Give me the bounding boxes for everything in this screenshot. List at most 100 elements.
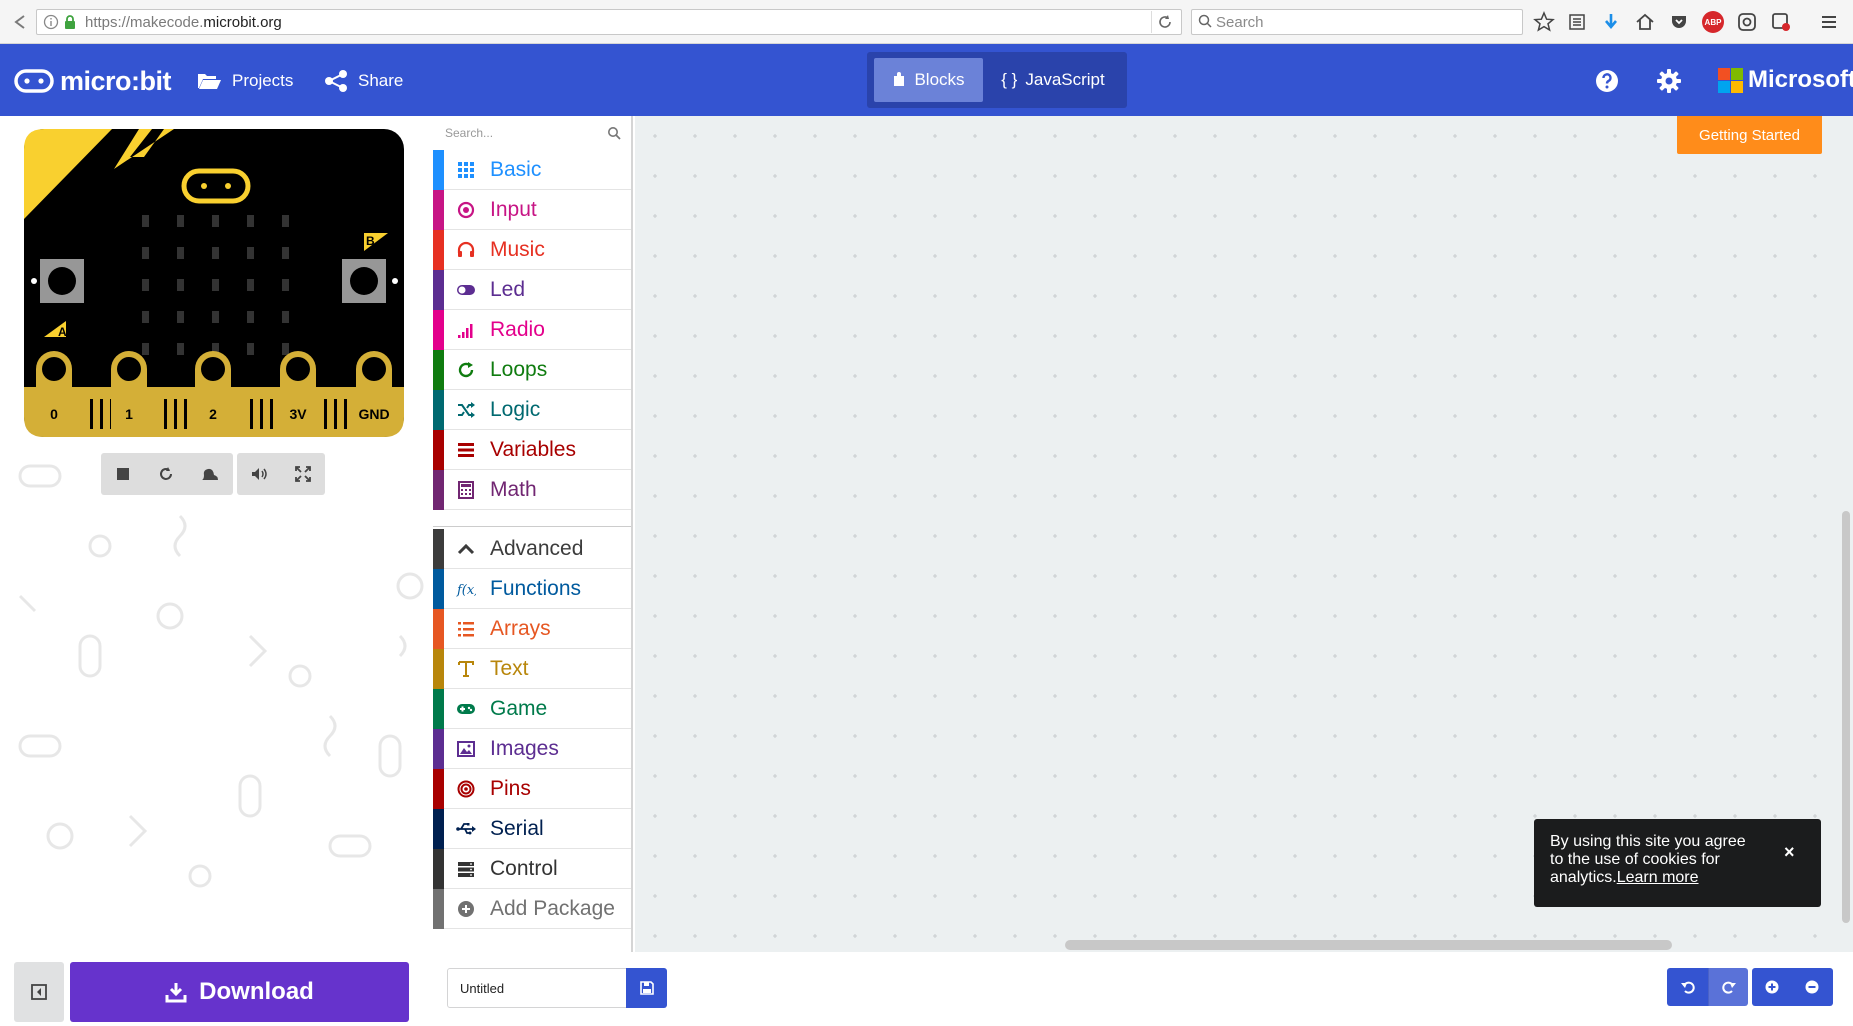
adblock-icon[interactable]: ABP	[1702, 11, 1724, 33]
logo-text: micro:bit	[60, 65, 172, 96]
browser-search-input[interactable]: Search	[1191, 9, 1523, 35]
category-color-bar	[433, 608, 444, 649]
blocks-button[interactable]: Blocks	[874, 58, 983, 102]
adblock-label: ABP	[1704, 17, 1722, 27]
toolbox-category-led[interactable]: Led	[433, 269, 631, 310]
category-icon	[454, 398, 478, 422]
category-label: Text	[490, 656, 529, 680]
toolbox-category-text[interactable]: Text	[433, 648, 631, 689]
share-button[interactable]: Share	[324, 68, 403, 94]
toolbox-category-control[interactable]: Control	[433, 848, 631, 889]
download-arrow-icon[interactable]	[1600, 11, 1622, 33]
toolbox-category-variables[interactable]: Variables	[433, 429, 631, 470]
home-icon[interactable]	[1634, 11, 1656, 33]
grid-icon	[458, 161, 474, 178]
info-icon[interactable]	[43, 14, 59, 30]
share-label: Share	[358, 71, 404, 90]
bookmark-star-icon[interactable]	[1533, 11, 1555, 33]
category-icon	[454, 318, 478, 342]
toolbox-category-arrays[interactable]: Arrays	[433, 608, 631, 649]
help-icon[interactable]	[1594, 68, 1620, 94]
redo-button[interactable]	[1708, 968, 1748, 1006]
projects-button[interactable]: Projects	[196, 68, 293, 94]
headphones-icon	[457, 241, 475, 257]
category-icon	[454, 158, 478, 182]
horizontal-scrollbar[interactable]	[1065, 940, 1672, 950]
blocks-label: Blocks	[914, 70, 965, 89]
fullscreen-icon[interactable]	[294, 465, 312, 483]
toolbox-category-advanced[interactable]: Advanced	[433, 528, 631, 569]
hamburger-menu-icon[interactable]	[1818, 11, 1840, 33]
reload-button[interactable]	[1151, 11, 1179, 33]
microsoft-logo[interactable]: Microsoft	[1718, 66, 1853, 94]
category-label: Variables	[490, 437, 576, 461]
vertical-scrollbar[interactable]	[1842, 511, 1850, 923]
collapse-simulator-button[interactable]	[14, 962, 64, 1022]
share-icon	[325, 70, 347, 92]
category-label: Logic	[490, 397, 541, 421]
project-name-input[interactable]	[447, 968, 627, 1008]
search-icon	[608, 127, 621, 140]
toolbox-category-images[interactable]: Images	[433, 728, 631, 769]
category-color-bar	[433, 728, 444, 769]
slow-mo-snail-icon[interactable]	[200, 465, 220, 483]
zoom-out-button[interactable]	[1792, 968, 1832, 1006]
close-icon[interactable]: ×	[1784, 843, 1795, 861]
sync-icon[interactable]	[1736, 11, 1758, 33]
minus-circle-icon	[1805, 980, 1819, 994]
toolbox-category-logic[interactable]: Logic	[433, 389, 631, 430]
toolbox-category-functions[interactable]: f(x) Functions	[433, 568, 631, 609]
toolbox-category-pins[interactable]: Pins	[433, 768, 631, 809]
category-color-bar	[433, 189, 444, 230]
toolbox-category-add-package[interactable]: Add Package	[433, 888, 631, 929]
category-icon	[454, 358, 478, 382]
category-label: Music	[490, 237, 545, 261]
reader-list-icon[interactable]	[1566, 11, 1588, 33]
category-color-bar	[433, 429, 444, 470]
puzzle-icon	[894, 72, 905, 86]
search-placeholder: Search	[1216, 14, 1264, 31]
extension-icon[interactable]	[1770, 11, 1792, 33]
toolbox-category-game[interactable]: Game	[433, 688, 631, 729]
toolbox-category-music[interactable]: Music	[433, 229, 631, 270]
toolbox: Search... Basic Input Music Led Radio Loops Lo…	[433, 116, 633, 952]
category-color-bar	[433, 229, 444, 270]
category-label: Images	[490, 736, 559, 760]
getting-started-button[interactable]: Getting Started	[1677, 116, 1822, 154]
floppy-disk-icon	[639, 981, 654, 995]
undo-button[interactable]	[1667, 968, 1708, 1006]
microbit-board[interactable]: A B 0 1 2 3V GND	[24, 129, 404, 437]
stop-icon[interactable]	[114, 465, 132, 483]
learn-more-link[interactable]: Learn more	[1617, 869, 1699, 886]
toolbox-category-serial[interactable]: Serial	[433, 808, 631, 849]
blocks-workspace[interactable]: Getting Started By using this site you a…	[635, 116, 1853, 952]
plus-circle-icon	[458, 900, 474, 917]
toolbox-category-math[interactable]: Math	[433, 469, 631, 510]
url-bar[interactable]: https://makecode.microbit.org	[36, 9, 1182, 35]
toolbox-search-input[interactable]: Search...	[433, 116, 631, 150]
category-color-bar	[433, 528, 444, 569]
button-a-label: A	[58, 325, 67, 339]
restart-icon[interactable]	[157, 465, 175, 483]
toolbox-category-basic[interactable]: Basic	[433, 149, 631, 190]
pin-1-label: 1	[125, 406, 133, 422]
category-color-bar	[433, 808, 444, 849]
editor-mode-toggle: Blocks { } JavaScript	[867, 52, 1127, 108]
pocket-icon[interactable]	[1668, 11, 1690, 33]
category-color-bar	[433, 349, 444, 390]
server-icon	[458, 861, 474, 877]
undo-redo-group	[1667, 968, 1748, 1006]
toolbox-category-input[interactable]: Input	[433, 189, 631, 230]
javascript-button[interactable]: { } JavaScript	[985, 58, 1121, 102]
ordered-list-icon	[458, 621, 474, 636]
volume-icon[interactable]	[250, 465, 268, 483]
gear-icon[interactable]	[1656, 68, 1682, 94]
save-button[interactable]	[626, 968, 667, 1008]
toolbox-category-radio[interactable]: Radio	[433, 309, 631, 350]
microbit-logo[interactable]: micro:bit	[14, 65, 172, 96]
toolbox-category-loops[interactable]: Loops	[433, 349, 631, 390]
download-button[interactable]: Download	[70, 962, 409, 1022]
category-icon: f(x)	[454, 577, 478, 601]
zoom-in-button[interactable]	[1752, 968, 1792, 1006]
back-button[interactable]	[6, 10, 34, 34]
